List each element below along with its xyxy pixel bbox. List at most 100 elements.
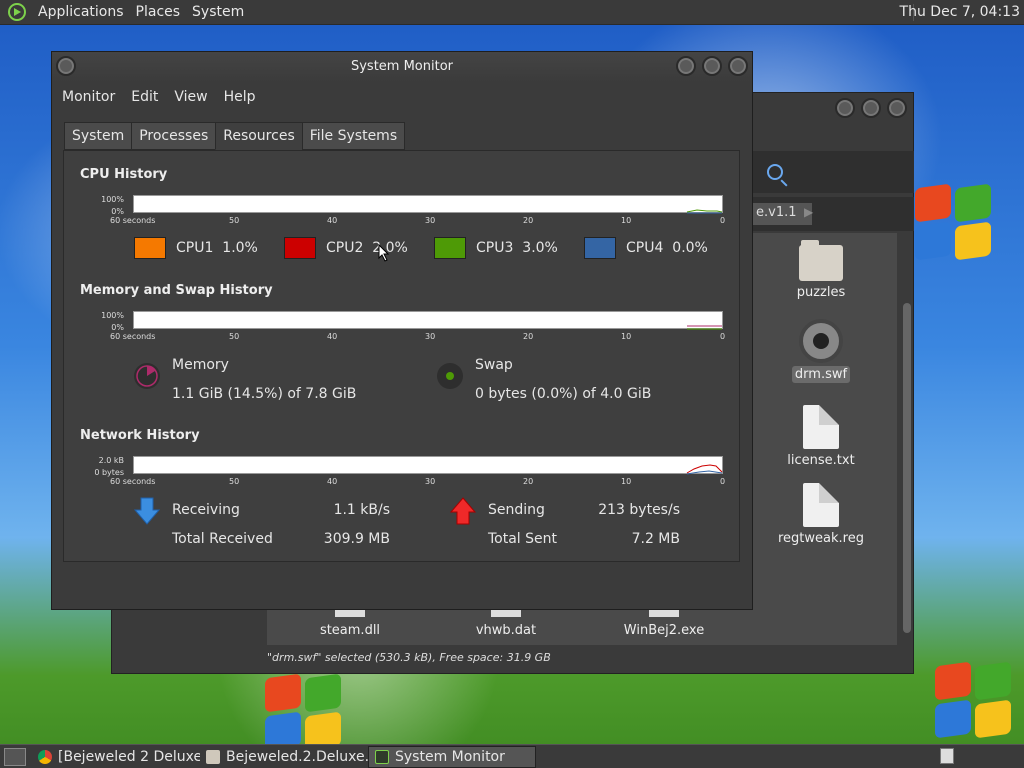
sending-value: 213 bytes/s	[598, 502, 680, 518]
scrollbar-thumb[interactable]	[903, 303, 911, 633]
cpu-x-label: 40	[327, 216, 338, 225]
file-item[interactable]: WinBej2.exe	[609, 609, 719, 638]
system-menu[interactable]: System	[186, 4, 250, 20]
network-x-label: 20	[523, 477, 534, 486]
network-y-top-label: 2.0 kB	[98, 456, 124, 465]
cpu2-color-swatch[interactable]	[284, 237, 316, 259]
tab-file-systems[interactable]: File Systems	[301, 122, 406, 150]
document-icon	[491, 609, 521, 617]
bottom-taskbar: [Bejeweled 2 Deluxe... Bejeweled.2.Delux…	[0, 744, 1024, 768]
swap-value: 0 bytes (0.0%) of 4.0 GiB	[475, 386, 652, 402]
trash-icon[interactable]	[940, 748, 954, 764]
cpu1-legend[interactable]: CPU1 1.0%	[134, 237, 258, 259]
menu-monitor[interactable]: Monitor	[54, 89, 123, 105]
status-bar: "drm.swf" selected (530.3 kB), Free spac…	[267, 651, 551, 664]
receiving-arrow-icon[interactable]	[134, 497, 160, 525]
system-monitor-window[interactable]: System Monitor Monitor Edit View Help Sy…	[51, 51, 753, 610]
maximize-button[interactable]	[702, 56, 722, 76]
file-item[interactable]: license.txt	[766, 405, 876, 468]
menu-view[interactable]: View	[166, 89, 215, 105]
memory-history-title: Memory and Swap History	[80, 283, 273, 298]
swap-pie-icon[interactable]	[437, 363, 463, 389]
sending-label: Sending	[488, 502, 545, 518]
maximize-button[interactable]	[861, 98, 881, 118]
memory-y-top-label: 100%	[101, 311, 124, 320]
path-button[interactable]: e.v1.1	[752, 203, 812, 225]
memory-pie-icon[interactable]	[134, 363, 160, 389]
file-item[interactable]: regtweak.reg	[766, 483, 876, 546]
total-received-label: Total Received	[172, 531, 273, 547]
cpu4-legend[interactable]: CPU4 0.0%	[584, 237, 708, 259]
file-item[interactable]: puzzles	[766, 240, 876, 300]
memory-value: 1.1 GiB (14.5%) of 7.8 GiB	[172, 386, 357, 402]
cpu1-label: CPU1	[176, 240, 214, 256]
cpu2-label: CPU2	[326, 240, 364, 256]
folder-icon	[206, 749, 220, 764]
network-history-graph	[133, 456, 723, 475]
cpu-x-label: 30	[425, 216, 436, 225]
minimize-button[interactable]	[835, 98, 855, 118]
cpu3-color-swatch[interactable]	[434, 237, 466, 259]
tab-bar: System Processes Resources File Systems	[64, 122, 406, 150]
taskbar-item-system-monitor[interactable]: System Monitor	[368, 745, 536, 768]
taskbar-item-browser[interactable]: [Bejeweled 2 Deluxe...	[32, 746, 200, 768]
places-menu[interactable]: Places	[130, 4, 187, 20]
close-button[interactable]	[728, 56, 748, 76]
file-name: WinBej2.exe	[623, 623, 705, 638]
menu-help[interactable]: Help	[216, 89, 264, 105]
document-icon	[803, 405, 839, 449]
memory-x-label: 40	[327, 332, 338, 341]
network-x-label: 60 seconds	[110, 477, 156, 486]
wallpaper-logo	[915, 183, 995, 266]
cpu3-label: CPU3	[476, 240, 514, 256]
file-name: license.txt	[787, 453, 855, 468]
menubar: Monitor Edit View Help	[52, 82, 752, 112]
tab-system[interactable]: System	[64, 122, 133, 150]
network-history-title: Network History	[80, 428, 200, 443]
close-button[interactable]	[887, 98, 907, 118]
cpu4-value: 0.0%	[672, 240, 708, 256]
sending-arrow-icon[interactable]	[450, 497, 476, 525]
cpu-history-graph	[133, 195, 723, 214]
document-icon	[649, 609, 679, 617]
file-item[interactable]: steam.dll	[295, 609, 405, 638]
cpu-x-label: 0	[720, 216, 726, 225]
system-monitor-icon	[375, 749, 389, 764]
tab-processes[interactable]: Processes	[131, 122, 217, 150]
wallpaper-logo	[935, 661, 1015, 744]
cpu-history-title: CPU History	[80, 167, 168, 182]
cpu4-color-swatch[interactable]	[584, 237, 616, 259]
document-icon	[335, 609, 365, 617]
memory-label: Memory	[172, 357, 229, 373]
total-sent-value: 7.2 MB	[631, 531, 680, 547]
network-y-bottom-label: 0 bytes	[94, 468, 124, 477]
cpu4-label: CPU4	[626, 240, 664, 256]
cpu1-value: 1.0%	[222, 240, 258, 256]
minimize-button[interactable]	[676, 56, 696, 76]
cpu3-legend[interactable]: CPU3 3.0%	[434, 237, 558, 259]
taskbar-item-label: System Monitor	[395, 748, 505, 765]
clock[interactable]: Thu Dec 7, 04:13	[900, 4, 1020, 20]
file-item[interactable]: drm.swf	[766, 319, 876, 383]
file-item[interactable]: vhwb.dat	[451, 609, 561, 638]
tab-resources[interactable]: Resources	[215, 122, 303, 150]
document-icon	[803, 483, 839, 527]
taskbar-item-file-manager[interactable]: Bejeweled.2.Deluxe....	[200, 746, 368, 768]
taskbar-item-label: [Bejeweled 2 Deluxe...	[58, 748, 200, 765]
cpu-y-bottom-label: 0%	[111, 207, 124, 216]
search-icon[interactable]	[767, 164, 783, 180]
cpu3-value: 3.0%	[522, 240, 558, 256]
path-forward-icon[interactable]: ▶	[804, 205, 813, 219]
show-desktop-icon[interactable]	[4, 747, 26, 766]
memory-x-label: 50	[229, 332, 240, 341]
menu-edit[interactable]: Edit	[123, 89, 166, 105]
cpu1-color-swatch[interactable]	[134, 237, 166, 259]
scrollbar[interactable]	[902, 233, 912, 645]
top-panel: Applications Places System Thu Dec 7, 04…	[0, 0, 1024, 25]
applications-menu[interactable]: Applications	[32, 4, 130, 20]
system-monitor-titlebar[interactable]: System Monitor	[52, 52, 752, 82]
memory-history-graph	[133, 311, 723, 330]
total-sent-label: Total Sent	[488, 531, 558, 547]
network-x-label: 40	[327, 477, 338, 486]
applications-icon[interactable]	[8, 3, 26, 21]
